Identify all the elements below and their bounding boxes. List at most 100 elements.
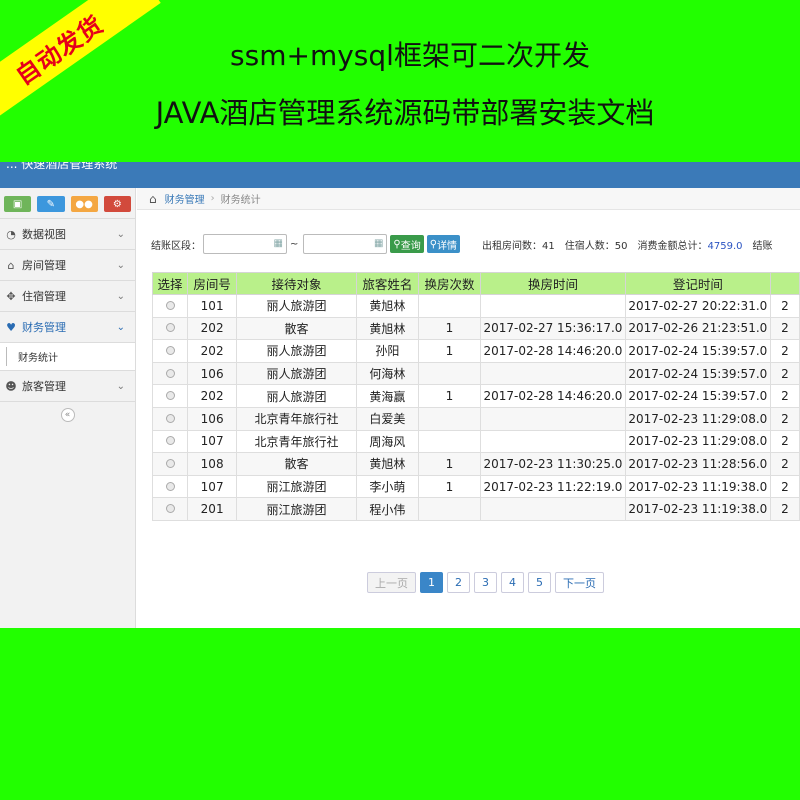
col-room-number: 房间号 [187,272,238,295]
sidebar-item-guest[interactable]: ☻ 旅客管理 ⌄ [0,371,135,402]
row-radio-button[interactable] [165,436,175,446]
sidebar-subitem-finance-stats[interactable]: 财务统计 [0,343,135,371]
sidebar-collapse-button[interactable]: « [60,408,75,422]
table-row[interactable]: 108 散客 黄旭林 1 2017-02-23 11:30:25.0 2017-02-23… [151,452,800,476]
table-row[interactable]: 201 丽江旅游团 程小伟 2017-02-23 11:19:38.0 2 [151,497,800,521]
table-cell: 2017-02-28 14:46:20.0 [480,339,626,363]
table-cell: 丽人旅游团 [236,339,357,363]
signal-icon[interactable]: ▣ [4,196,32,212]
next-page-button[interactable]: 下一页 [555,572,604,593]
row-select-cell [151,452,189,476]
table-row[interactable]: 202 散客 黄旭林 1 2017-02-27 15:36:17.0 2017-02-26… [151,316,800,341]
table-cell: 丽人旅游团 [236,361,357,386]
table-cell [417,497,482,521]
table-cell: 2017-02-28 14:46:20.0 [480,384,626,408]
home-icon[interactable]: ⌂ [149,192,157,206]
row-radio-button[interactable] [165,413,175,423]
sidebar-shortcuts: ▣ ✎ ●● ⚙ [0,188,135,219]
table-cell: 202 [187,384,238,408]
table-row[interactable]: 101 丽人旅游团 黄旭林 2017-02-27 20:22:31.0 2 [151,294,800,318]
row-radio-button[interactable] [165,391,175,401]
start-date-input[interactable]: ▦ [203,234,287,254]
row-select-cell [151,316,189,341]
sidebar-item-finance[interactable]: ♥ 财务管理 ⌄ [0,312,135,343]
row-radio-button[interactable] [165,323,175,333]
table-cell: 北京青年旅行社 [236,429,357,454]
users-icon[interactable]: ●● [70,196,98,212]
move-icon: ✥ [6,289,16,303]
table-cell: 丽江旅游团 [236,474,357,499]
table-cell: 2 [769,452,800,476]
table-cell: 2017-02-24 15:39:57.0 [624,361,771,386]
table-cell: 丽人旅游团 [236,384,357,408]
user-icon: ☻ [5,379,17,393]
range-tilde: ~ [290,238,299,250]
col-change-time: 换房时间 [480,272,626,295]
prev-page-button[interactable]: 上一页 [367,572,416,593]
table-cell: 2017-02-23 11:22:19.0 [480,474,626,499]
home-icon: ⌂ [7,258,15,272]
col-register-time: 登记时间 [624,272,771,295]
page-button-1[interactable]: 1 [420,572,443,593]
row-radio-button[interactable] [165,368,175,378]
table-cell: 2 [769,429,800,454]
table-row[interactable]: 202 丽人旅游团 黄海赢 1 2017-02-28 14:46:20.0 2017-02… [151,384,800,408]
table-row[interactable]: 106 丽人旅游团 何海林 2017-02-24 15:39:57.0 2 [151,361,800,386]
chevron-down-icon: ⌄ [116,228,125,240]
sidebar-item-label: 房间管理 [22,259,66,272]
zoom-icon: ⚲ [429,238,438,250]
table-cell: 黄旭林 [355,452,419,476]
row-radio-button[interactable] [165,300,175,310]
table-cell: 2 [769,406,800,431]
calendar-icon[interactable]: ▦ [274,238,283,249]
row-radio-button[interactable] [165,345,175,355]
breadcrumb-finance-stats: 财务统计 [220,195,261,206]
row-radio-button[interactable] [165,504,175,514]
table-row[interactable]: 202 丽人旅游团 孙阳 1 2017-02-28 14:46:20.0 2017-02-… [151,339,800,363]
page-button-2[interactable]: 2 [447,572,470,593]
table-cell: 李小萌 [355,474,419,499]
page-button-4[interactable]: 4 [501,572,524,593]
banner-headline: ssm+mysql框架可二次开发 [230,39,590,72]
table-cell: 散客 [236,452,357,476]
sidebar-item-lodging[interactable]: ✥ 住宿管理 ⌄ [0,281,135,312]
row-radio-button[interactable] [165,481,175,491]
table-row[interactable]: 106 北京青年旅行社 白爱美 2017-02-23 11:29:08.0 2 [151,406,800,431]
detail-button-label: 详情 [437,240,458,252]
table-cell: 1 [417,339,482,363]
col-guest-name: 旅客姓名 [355,272,419,295]
table-cell: 散客 [236,316,357,341]
table-cell: 201 [187,497,238,521]
col-select: 选择 [151,272,189,295]
table-cell: 程小伟 [355,497,419,521]
table-cell: 101 [187,294,238,318]
page-button-3[interactable]: 3 [474,572,497,593]
page-button-5[interactable]: 5 [528,572,551,593]
table-cell [417,429,482,454]
table-cell: 丽江旅游团 [236,497,357,521]
row-radio-button[interactable] [165,458,175,468]
cogs-icon[interactable]: ⚙ [103,196,131,212]
table-cell: 2017-02-23 11:29:08.0 [624,406,771,431]
table-cell: 2017-02-24 15:39:57.0 [624,384,771,408]
table-cell: 2 [769,474,800,499]
pencil-icon[interactable]: ✎ [37,196,65,212]
table-cell [480,429,626,454]
row-select-cell [151,339,189,363]
sidebar-item-label: 财务管理 [22,321,66,334]
detail-button[interactable]: ⚲ 详情 [426,235,461,253]
breadcrumb-finance[interactable]: 财务管理 [165,191,205,206]
sidebar-item-room[interactable]: ⌂ 房间管理 ⌄ [0,250,135,281]
sidebar-item-data-view[interactable]: ◔ 数据视图 ⌄ [0,219,135,250]
app-title-bar: ... 快速酒店管理系统 [0,162,800,188]
table-row[interactable]: 107 丽江旅游团 李小萌 1 2017-02-23 11:22:19.0 2017-02… [151,474,800,499]
query-button[interactable]: ⚲ 查询 [390,235,424,253]
table-row[interactable]: 107 北京青年旅行社 周海风 2017-02-23 11:29:08.0 2 [151,429,800,454]
table-cell: 黄旭林 [355,316,419,341]
end-date-input[interactable]: ▦ [303,234,388,254]
table-cell: 2017-02-27 20:22:31.0 [624,294,771,318]
calendar-icon[interactable]: ▦ [374,238,383,249]
table-cell: 2 [769,361,800,386]
row-select-cell [151,384,189,408]
table-cell [417,406,482,431]
